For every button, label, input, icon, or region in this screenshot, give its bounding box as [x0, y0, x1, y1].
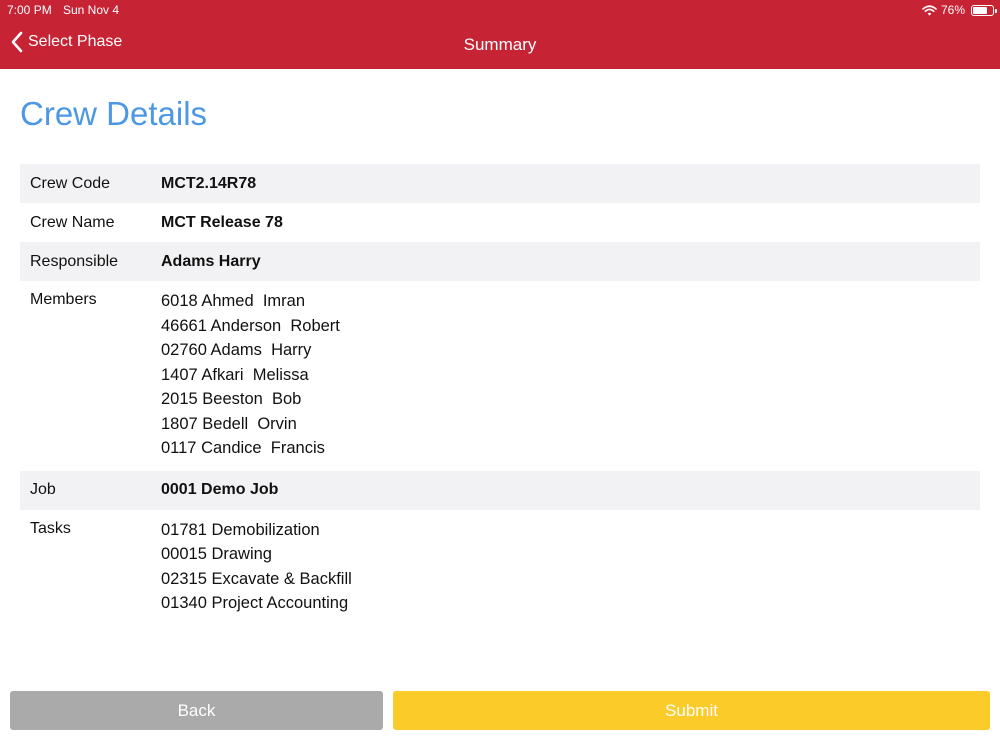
battery-level: [973, 6, 988, 14]
job-label: Job: [30, 481, 56, 498]
task-item: 00015 Drawing: [161, 545, 272, 563]
status-date: Sun Nov 4: [63, 3, 120, 17]
battery-icon: [971, 4, 997, 16]
crew-name-value: MCT Release 78: [161, 213, 283, 231]
wifi-icon: [922, 4, 937, 16]
status-indicators: 76%: [922, 3, 997, 17]
navigation-bar: Select Phase Summary: [0, 22, 1000, 69]
responsible-value: Adams Harry: [161, 252, 261, 270]
member-item: 6018 Ahmed Imran: [161, 292, 306, 310]
crew-details-list: Crew Code MCT2.14R78 Crew Name MCT Relea…: [20, 164, 980, 616]
crew-code-value: MCT2.14R78: [161, 174, 257, 192]
battery-percent: 76%: [940, 3, 965, 17]
tasks-row: Tasks 01781 Demobilization 00015 Drawing…: [20, 510, 980, 616]
tasks-list: 01781 Demobilization 00015 Drawing 02315…: [161, 518, 352, 616]
crew-code-label: Crew Code: [30, 174, 111, 192]
member-item: 02760 Adams Harry: [161, 341, 312, 359]
status-time: 7:00 PM: [7, 3, 52, 17]
responsible-label: Responsible: [30, 252, 119, 270]
crew-name-label: Crew Name: [30, 213, 115, 231]
page-title: Crew Details: [20, 95, 208, 132]
members-label: Members: [30, 291, 97, 308]
app-header: 7:00 PM Sun Nov 4 76% Select Phase Summa…: [0, 0, 1000, 69]
job-row: Job 0001 Demo Job: [20, 470, 980, 510]
nav-title: Summary: [463, 35, 537, 54]
task-item: 01781 Demobilization: [161, 520, 320, 539]
task-item: 01340 Project Accounting: [161, 594, 349, 612]
tasks-label: Tasks: [30, 519, 71, 537]
members-list: 6018 Ahmed Imran 46661 Anderson Robert 0…: [161, 289, 340, 461]
crew-name-row: Crew Name MCT Release 78: [20, 203, 980, 242]
back-button[interactable]: Back: [10, 691, 383, 730]
task-item: 02315 Excavate & Backfill: [161, 569, 352, 588]
member-item: 2015 Beeston Bob: [161, 390, 302, 408]
job-value: 0001 Demo Job: [161, 481, 279, 498]
status-bar: 7:00 PM Sun Nov 4 76%: [0, 0, 1000, 22]
responsible-row: Responsible Adams Harry: [20, 242, 980, 281]
member-item: 1407 Afkari Melissa: [161, 365, 309, 384]
member-item: 46661 Anderson Robert: [161, 316, 340, 335]
crew-code-row: Crew Code MCT2.14R78: [20, 164, 980, 203]
member-item: 1807 Bedell Orvin: [161, 414, 297, 433]
member-item: 0117 Candice Francis: [161, 439, 325, 457]
members-row: Members 6018 Ahmed Imran 46661 Anderson …: [20, 281, 980, 471]
battery-tip: [995, 8, 997, 13]
submit-button[interactable]: Submit: [393, 691, 990, 730]
